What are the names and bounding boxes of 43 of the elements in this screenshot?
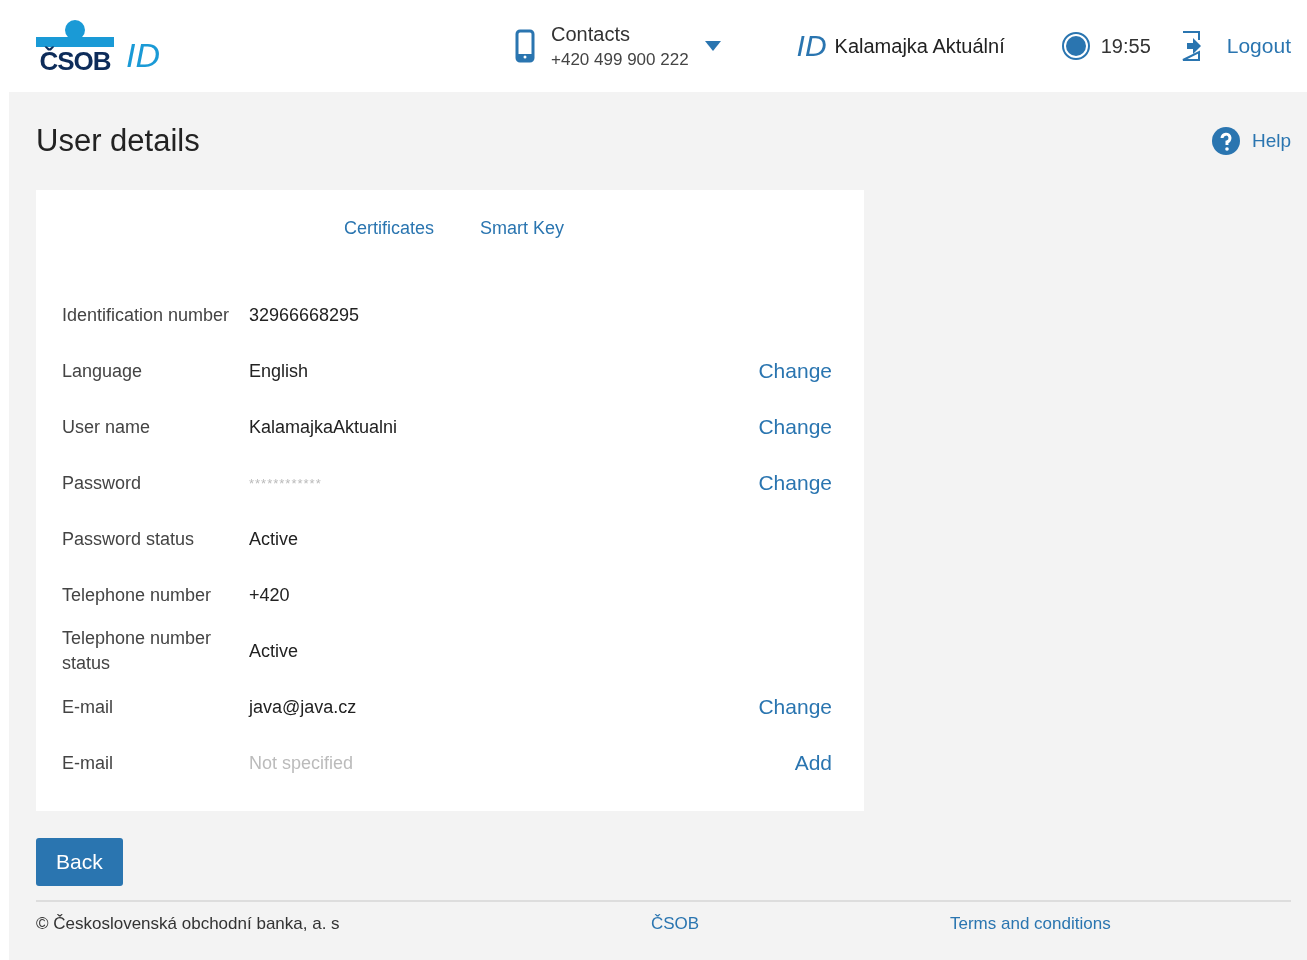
csob-id-logo[interactable]: ČSOB ID [36,19,160,73]
action-link[interactable]: Change [758,415,832,439]
back-button[interactable]: Back [36,838,123,886]
field-label: Identification number [62,303,231,327]
action-link[interactable]: Add [794,751,832,775]
field-value: java@java.cz [249,696,358,718]
action-link[interactable]: Change [758,471,832,495]
field-label: User name [62,415,152,439]
logout-link[interactable]: Logout [1226,34,1291,58]
footer-link[interactable]: ČSOB [651,914,950,934]
field-label: Language [62,359,144,383]
field-value: +420 [249,584,291,606]
field-value: Not specified [249,752,355,774]
field-label: Password status [62,527,196,551]
tab[interactable]: Smart Key [480,218,565,245]
field-value: English [249,360,310,382]
logout-icon[interactable] [1180,30,1203,62]
field-label: E-mail [62,695,114,719]
field-label: Telephone number [62,583,213,607]
caret-icon[interactable] [704,41,721,51]
page-title: User details [36,123,200,159]
tab[interactable]: Certificates [344,218,435,245]
field-value: 32966668295 [249,304,361,326]
copyright: © Československá obchodní banka, a. s [36,914,341,934]
field-value: ************ [249,475,323,491]
help-link[interactable]: Help [1251,130,1291,152]
help-icon[interactable] [1211,127,1240,155]
phone-icon [515,29,536,63]
field-value: KalamajkaAktualni [249,416,399,438]
user-name: Kalamajka Aktuální [834,34,1005,58]
timer-icon [1060,31,1091,61]
field-label: E-mail [62,751,114,775]
contacts-title[interactable]: Contacts [551,22,689,46]
id-mark: ID [796,31,827,61]
action-link[interactable]: Change [758,695,832,719]
field-label: Telephone number status [62,627,213,675]
footer-link[interactable]: Terms and conditions [950,914,1111,934]
action-link[interactable]: Change [758,359,832,383]
session-time: 19:55 [1100,34,1151,58]
contact-phone: +420 499 900 222 [551,49,689,70]
field-value: Active [249,528,300,550]
field-label: Password [62,471,143,495]
field-value: Active [249,640,300,662]
